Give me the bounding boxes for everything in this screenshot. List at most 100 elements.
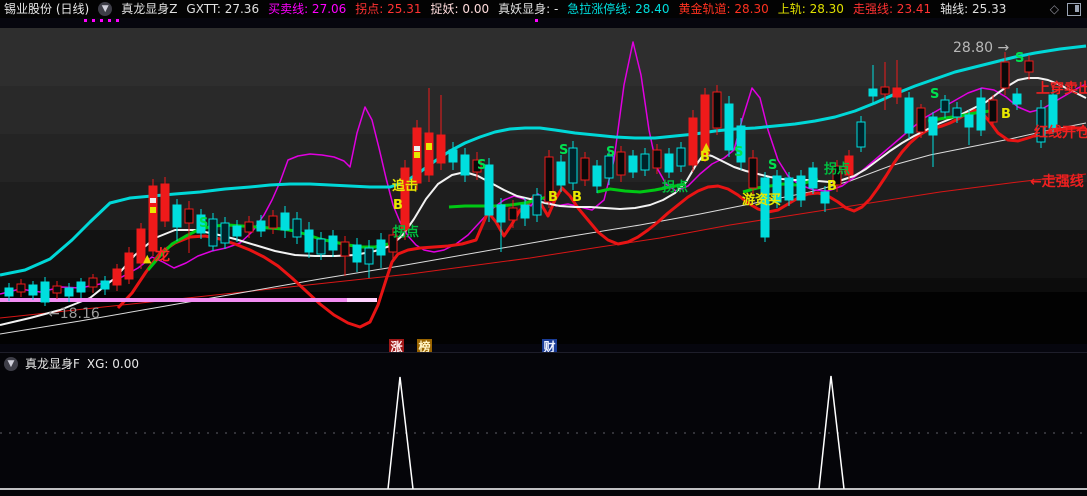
candle-body	[532, 194, 542, 216]
chart-annotation: 拐点	[662, 179, 688, 195]
chart-annotation: S	[559, 143, 568, 158]
clipped-line-dot	[116, 19, 119, 22]
clipped-line-dot	[84, 19, 87, 22]
candle-body	[1000, 61, 1010, 89]
candle-body	[292, 218, 302, 238]
header-item: 上轨: 28.30	[777, 2, 844, 16]
candle-body	[364, 247, 374, 265]
candle-body	[892, 87, 902, 98]
diamond-icon[interactable]: ◇	[1050, 0, 1059, 18]
indicator-header-bar: 锡业股份 (日线) ▼ 真龙显身Z GXTT: 27.36 买卖线: 27.06…	[0, 0, 1087, 18]
header-item: 买卖线: 27.06	[268, 2, 347, 16]
header-toolbar-icons: ◇	[1050, 0, 1087, 18]
chart-annotation: 拐点	[824, 161, 850, 177]
candle-body	[640, 153, 650, 171]
candle-body	[712, 91, 722, 129]
candle-body	[352, 244, 362, 263]
panel-layout-icon[interactable]	[1067, 2, 1081, 16]
chart-annotation: ←18.16	[48, 306, 100, 322]
chart-annotation: 游资买	[742, 192, 781, 208]
candle-body	[88, 277, 98, 288]
candle-body	[856, 121, 866, 148]
candle-body	[124, 252, 134, 280]
signal-sub-chart[interactable]	[0, 352, 1087, 496]
sub-indicator-value: XG: 0.00	[86, 356, 140, 371]
chart-annotation: 追击	[392, 178, 418, 194]
chart-annotation: 28.80 →	[953, 40, 1010, 56]
chart-annotation: 红线开仓	[1034, 124, 1087, 141]
candle-body	[424, 132, 434, 176]
chevron-down-icon[interactable]: ▼	[4, 356, 18, 371]
candle-body	[688, 117, 698, 166]
candle-body	[796, 175, 806, 201]
marker-badge[interactable]: 财	[542, 339, 557, 352]
candle-body	[64, 287, 74, 297]
trading-app-window: 锡业股份 (日线) ▼ 真龙显身Z GXTT: 27.36 买卖线: 27.06…	[0, 0, 1087, 496]
candle-body	[40, 281, 50, 303]
chart-annotation: 龙	[154, 246, 170, 264]
candle-body	[232, 225, 242, 237]
candle-body	[16, 283, 26, 293]
marker-badge[interactable]: 榜	[417, 339, 432, 352]
svg-text:财: 财	[543, 339, 556, 352]
candle-body	[376, 239, 386, 256]
header-item: GXTT: 27.36	[186, 2, 260, 16]
chart-annotation: S	[1015, 51, 1024, 66]
candle-body	[460, 154, 470, 176]
candle-body	[868, 88, 878, 97]
stock-title: 锡业股份 (日线)	[4, 2, 90, 16]
bg-band	[0, 28, 1087, 86]
candle-marker-band	[426, 143, 432, 150]
candle-body	[724, 103, 734, 151]
candle-body	[1012, 93, 1022, 105]
clipped-line-dot	[535, 19, 538, 22]
chart-annotation: S	[768, 158, 777, 173]
candle-body	[976, 97, 986, 131]
chevron-down-icon[interactable]: ▼	[98, 2, 113, 16]
chart-annotation: S	[199, 216, 208, 231]
header-item: 急拉涨停线: 28.40	[567, 2, 670, 16]
header-item: 捉妖: 0.00	[430, 2, 490, 16]
candle-body	[268, 215, 278, 229]
candle-body	[676, 147, 686, 167]
chart-annotation: S	[606, 145, 615, 160]
header-item: 拐点: 25.31	[355, 2, 422, 16]
candle-body	[928, 116, 938, 136]
main-kline-chart[interactable]: 龙▲S追击B拐点SB BS S拐点▲B S游资买S 拐点BSSB28.80 →←18.1…	[0, 18, 1087, 352]
candle-body	[940, 99, 950, 113]
candle-body	[496, 204, 506, 223]
chart-annotation: B	[572, 190, 582, 205]
clipped-line-dot	[100, 19, 103, 22]
candle-body	[568, 147, 578, 184]
candle-body	[244, 221, 254, 233]
candle-body	[616, 151, 626, 176]
candle-body	[208, 218, 218, 247]
marker-badge[interactable]: 涨	[389, 339, 404, 352]
chart-annotation: ←走强线	[1030, 173, 1084, 190]
candle-marker-band	[414, 152, 420, 158]
chart-annotation: S	[477, 158, 486, 173]
bg-band	[0, 134, 1087, 182]
candle-body	[652, 149, 662, 169]
candle-body	[592, 165, 602, 187]
chart-annotation: ▲	[143, 252, 152, 265]
candle-body	[328, 235, 338, 251]
header-item: 真妖显身: -	[498, 2, 559, 16]
bg-band	[0, 18, 1087, 28]
header-item: 黄金轨道: 28.30	[678, 2, 769, 16]
header-item: 轴线: 25.33	[940, 2, 1007, 16]
candle-marker-band	[150, 198, 156, 203]
candle-body	[556, 161, 566, 186]
support-band	[0, 298, 347, 302]
chart-annotation: B	[827, 179, 837, 194]
candle-body	[220, 222, 230, 244]
candle-body	[988, 99, 998, 123]
candle-body	[664, 153, 674, 173]
chart-annotation: B	[393, 198, 403, 213]
candle-body	[448, 149, 458, 163]
sub-indicator-header: ▼ 真龙显身F XG: 0.00	[4, 355, 139, 372]
chart-annotation: B	[548, 190, 558, 205]
sub-chart-bg	[0, 352, 1087, 496]
candle-body	[952, 107, 962, 118]
candle-marker-band	[414, 146, 420, 151]
